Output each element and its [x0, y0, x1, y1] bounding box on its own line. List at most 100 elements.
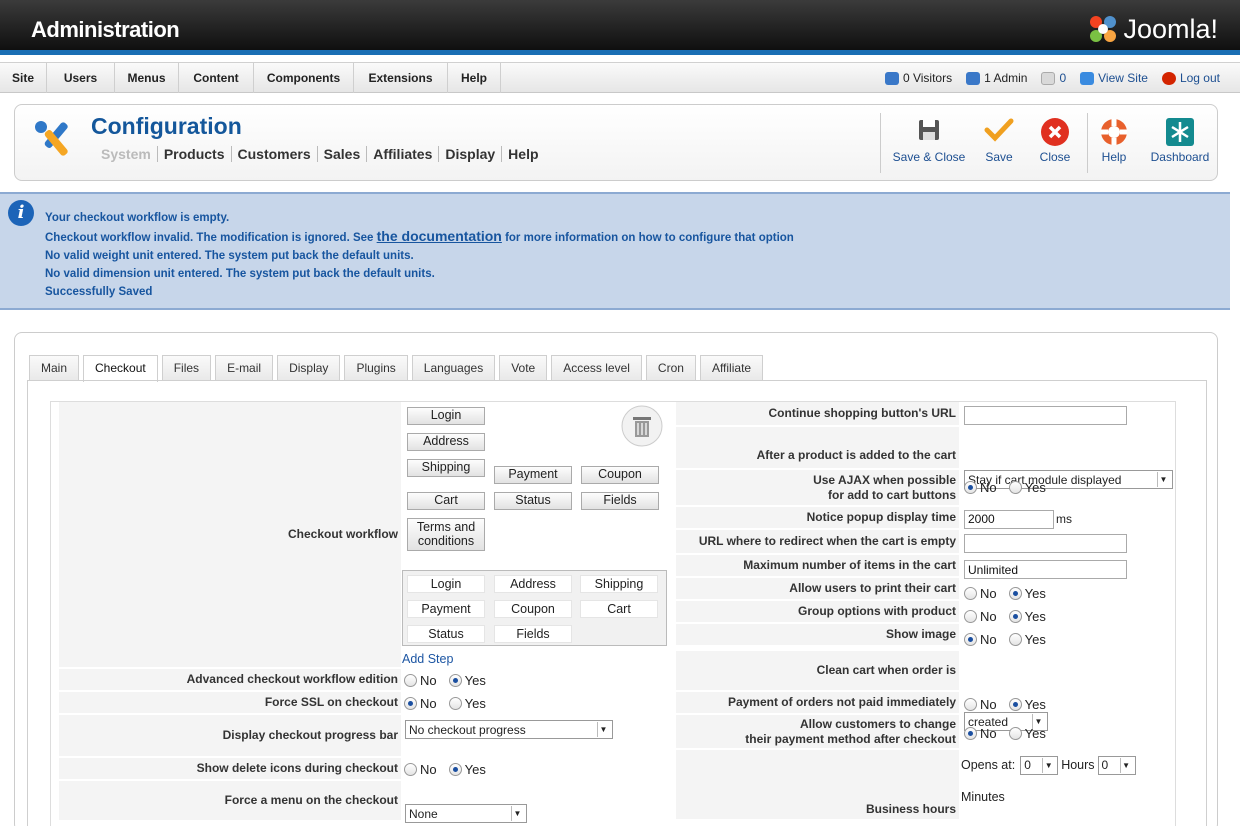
tab-checkout[interactable]: Checkout — [83, 355, 158, 382]
help-button[interactable]: Help — [1097, 117, 1131, 164]
menu-components[interactable]: Components — [254, 63, 354, 93]
group-yes-radio[interactable]: Yes — [1008, 609, 1046, 624]
available-step-payment[interactable]: Payment — [407, 600, 485, 618]
opens-minute-value: 0 — [1101, 758, 1109, 772]
not-paid-no-radio[interactable]: No — [964, 697, 997, 712]
available-step-status[interactable]: Status — [407, 625, 485, 643]
view-site-label[interactable]: View Site — [1098, 71, 1148, 85]
group-no-radio[interactable]: No — [964, 609, 997, 624]
menu-content[interactable]: Content — [179, 63, 254, 93]
workflow-step-coupon[interactable]: Coupon — [581, 466, 659, 484]
radio-icon — [448, 673, 462, 687]
main-menu-bar: Site Users Menus Content Components Exte… — [0, 62, 1240, 93]
opens-hour-select[interactable]: 0 ▼ — [1020, 755, 1059, 775]
change-yes-radio[interactable]: Yes — [1008, 726, 1046, 741]
close-icon — [1041, 118, 1069, 146]
ssl-yes-radio[interactable]: Yes — [448, 696, 486, 711]
dashboard-button[interactable]: Dashboard — [1149, 117, 1211, 164]
radio-icon — [1008, 726, 1022, 740]
workflow-step-payment[interactable]: Payment — [494, 466, 572, 484]
advanced-yes-radio[interactable]: Yes — [448, 673, 486, 688]
change-payment-line-1: Allow customers to change — [799, 716, 956, 731]
workflow-step-status[interactable]: Status — [494, 492, 572, 510]
group-options-options: No Yes — [964, 605, 1058, 627]
force-menu-select[interactable]: None ▼ — [405, 804, 527, 823]
redirect-url-input[interactable] — [964, 534, 1127, 553]
close-button[interactable]: Close — [1035, 117, 1075, 164]
tab-files[interactable]: Files — [161, 355, 212, 381]
print-no-radio[interactable]: No — [964, 586, 997, 601]
radio-icon — [1008, 480, 1022, 494]
menu-help[interactable]: Help — [448, 63, 501, 93]
submenu-system[interactable]: System — [95, 146, 157, 162]
print-yes-radio[interactable]: Yes — [1008, 586, 1046, 601]
available-step-cart[interactable]: Cart — [580, 600, 658, 618]
chevron-down-icon: ▼ — [1119, 757, 1132, 773]
save-close-button[interactable]: Save & Close — [891, 117, 967, 164]
no-label: No — [980, 631, 997, 647]
workflow-step-fields[interactable]: Fields — [581, 492, 659, 510]
tab-access-level[interactable]: Access level — [551, 355, 642, 381]
advanced-no-radio[interactable]: No — [404, 673, 437, 688]
trash-icon[interactable] — [620, 404, 664, 448]
ajax-yes-radio[interactable]: Yes — [1008, 480, 1046, 495]
logout-link[interactable]: Log out — [1161, 71, 1220, 85]
progress-bar-select[interactable]: No checkout progress ▼ — [405, 720, 613, 739]
tab-email[interactable]: E-mail — [215, 355, 274, 381]
available-step-address[interactable]: Address — [494, 575, 572, 593]
force-menu-label: Force a menu on the checkout — [59, 781, 401, 821]
tab-affiliate[interactable]: Affiliate — [699, 355, 764, 381]
show-image-yes-radio[interactable]: Yes — [1008, 632, 1046, 647]
available-step-shipping[interactable]: Shipping — [580, 575, 658, 593]
messages-status[interactable]: 0 — [1041, 71, 1066, 85]
workflow-step-shipping[interactable]: Shipping — [407, 459, 485, 477]
popup-time-input[interactable] — [964, 509, 1054, 529]
messages-count[interactable]: 0 — [1059, 71, 1066, 85]
available-step-fields[interactable]: Fields — [494, 625, 572, 643]
menu-site[interactable]: Site — [0, 63, 47, 93]
view-site-link[interactable]: View Site — [1080, 71, 1148, 85]
menu-extensions[interactable]: Extensions — [354, 63, 448, 93]
workflow-step-login[interactable]: Login — [407, 407, 485, 425]
tab-plugins[interactable]: Plugins — [344, 355, 408, 381]
tab-cron[interactable]: Cron — [645, 355, 696, 381]
change-payment-label: Allow customers to change their payment … — [676, 715, 959, 749]
delete-icons-yes-radio[interactable]: Yes — [448, 762, 486, 777]
show-image-no-radio[interactable]: No — [964, 632, 997, 647]
change-no-radio[interactable]: No — [964, 726, 997, 741]
save-button[interactable]: Save — [981, 117, 1017, 164]
submenu-affiliates[interactable]: Affiliates — [366, 146, 438, 162]
popup-time-field: ms — [964, 508, 1072, 530]
ssl-no-radio[interactable]: No — [404, 696, 437, 711]
tab-languages[interactable]: Languages — [411, 355, 496, 381]
no-label: No — [980, 696, 997, 712]
delete-icons-no-radio[interactable]: No — [404, 762, 437, 777]
workflow-step-cart[interactable]: Cart — [407, 492, 485, 510]
ajax-no-radio[interactable]: No — [964, 480, 997, 495]
available-step-login[interactable]: Login — [407, 575, 485, 593]
radio-icon — [964, 726, 977, 740]
submenu-customers[interactable]: Customers — [230, 146, 317, 162]
max-items-input[interactable] — [964, 560, 1127, 579]
not-paid-yes-radio[interactable]: Yes — [1008, 697, 1046, 712]
add-step-link[interactable]: Add Step — [402, 652, 453, 666]
available-step-coupon[interactable]: Coupon — [494, 600, 572, 618]
submenu-sales[interactable]: Sales — [316, 146, 367, 162]
tab-main[interactable]: Main — [29, 355, 80, 381]
opens-minute-select[interactable]: 0 ▼ — [1097, 755, 1136, 775]
continue-url-input[interactable] — [964, 406, 1127, 425]
joomla-logo-icon — [1090, 16, 1117, 42]
documentation-link[interactable]: the documentation — [377, 228, 502, 244]
tab-display[interactable]: Display — [277, 355, 341, 381]
submenu-help[interactable]: Help — [501, 146, 544, 162]
menu-menus[interactable]: Menus — [115, 63, 179, 93]
submenu-products[interactable]: Products — [156, 146, 231, 162]
chevron-down-icon: ▼ — [511, 806, 523, 821]
menu-users[interactable]: Users — [47, 63, 115, 93]
logout-label[interactable]: Log out — [1180, 71, 1220, 85]
tab-vote[interactable]: Vote — [499, 355, 548, 381]
submenu-display[interactable]: Display — [438, 146, 501, 162]
page-toolbar: Configuration System Products Customers … — [14, 104, 1218, 181]
workflow-step-address[interactable]: Address — [407, 433, 485, 451]
workflow-step-terms[interactable]: Terms and conditions — [407, 518, 485, 551]
